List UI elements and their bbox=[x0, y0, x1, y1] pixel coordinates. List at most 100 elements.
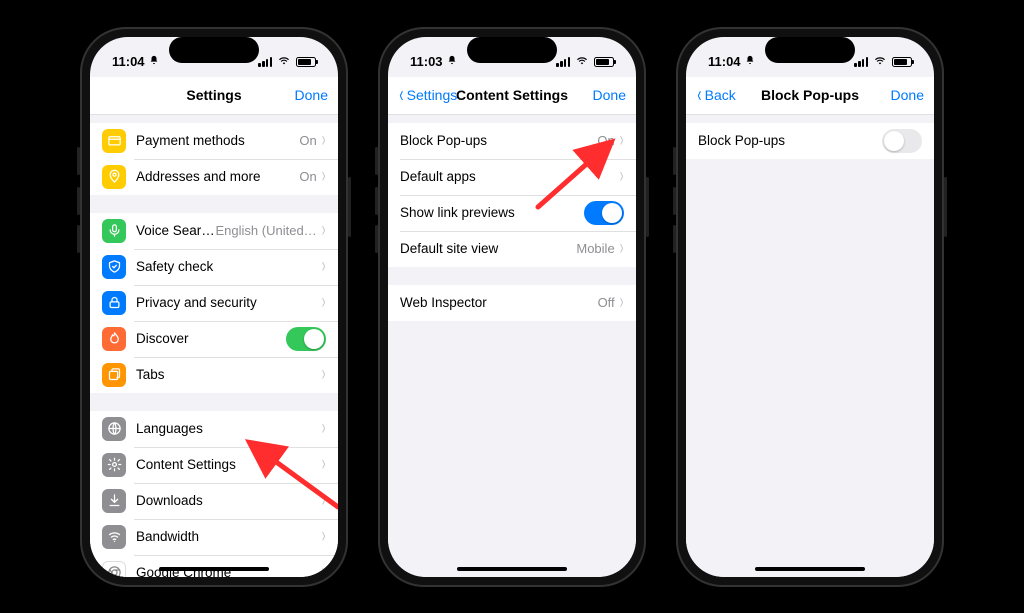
dynamic-island bbox=[467, 37, 557, 63]
row-label: Tabs bbox=[136, 367, 321, 382]
row-downloads[interactable]: Downloads› bbox=[90, 483, 338, 519]
back-button[interactable]: ‹ Back bbox=[696, 85, 746, 105]
row-label: Web Inspector bbox=[400, 295, 598, 310]
signal-icon bbox=[854, 57, 868, 67]
row-google-chrome[interactable]: Google Chrome› bbox=[90, 555, 338, 577]
row-block-pop-ups[interactable]: Block Pop-ups bbox=[686, 123, 934, 159]
settings-group-2: Voice SearchEnglish (United…›Safety chec… bbox=[90, 213, 338, 393]
row-detail: Mobile bbox=[576, 241, 614, 256]
screen-3: 11:04 ‹ Back Block Pop-ups Done Block Po… bbox=[686, 37, 934, 577]
navbar: ‹ Settings Content Settings Done bbox=[388, 77, 636, 115]
chevron-right-icon: › bbox=[321, 165, 325, 188]
status-time: 11:03 bbox=[410, 54, 443, 69]
row-discover[interactable]: Discover bbox=[90, 321, 338, 357]
screen-1: 11:04 Settings Done Payment methodsOn›Ad… bbox=[90, 37, 338, 577]
row-detail: English (United… bbox=[216, 223, 317, 238]
safety-check-icon bbox=[102, 255, 126, 279]
row-content-settings[interactable]: Content Settings› bbox=[90, 447, 338, 483]
privacy-icon bbox=[102, 291, 126, 315]
content-area: Block Pop-ups bbox=[686, 115, 934, 577]
chevron-right-icon: › bbox=[619, 291, 623, 314]
row-detail: On bbox=[299, 169, 316, 184]
home-indicator[interactable] bbox=[457, 567, 567, 571]
row-label: Block Pop-ups bbox=[698, 133, 882, 148]
alarm-icon bbox=[149, 55, 159, 68]
back-label: Settings bbox=[407, 87, 458, 103]
voice-search-icon bbox=[102, 219, 126, 243]
block-popups-group: Block Pop-ups bbox=[686, 123, 934, 159]
navbar: Settings Done bbox=[90, 77, 338, 115]
dynamic-island bbox=[169, 37, 259, 63]
downloads-icon bbox=[102, 489, 126, 513]
row-label: Bandwidth bbox=[136, 529, 321, 544]
chevron-right-icon: › bbox=[321, 255, 325, 278]
row-label: Safety check bbox=[136, 259, 321, 274]
done-button[interactable]: Done bbox=[576, 87, 626, 103]
row-label: Privacy and security bbox=[136, 295, 321, 310]
bandwidth-icon bbox=[102, 525, 126, 549]
back-button[interactable]: ‹ Settings bbox=[398, 85, 457, 105]
content-group-2: Web InspectorOff › bbox=[388, 285, 636, 321]
row-voice-search[interactable]: Voice SearchEnglish (United…› bbox=[90, 213, 338, 249]
home-indicator[interactable] bbox=[755, 567, 865, 571]
row-show-link-previews[interactable]: Show link previews bbox=[388, 195, 636, 231]
chevron-right-icon: › bbox=[321, 129, 325, 152]
toggle-switch[interactable] bbox=[882, 129, 922, 153]
row-addresses-and-more[interactable]: Addresses and moreOn› bbox=[90, 159, 338, 195]
navbar: ‹ Back Block Pop-ups Done bbox=[686, 77, 934, 115]
row-default-site-view[interactable]: Default site viewMobile› bbox=[388, 231, 636, 267]
battery-icon bbox=[296, 57, 316, 67]
row-block-pop-ups[interactable]: Block Pop-upsOn › bbox=[388, 123, 636, 159]
chevron-right-icon: › bbox=[321, 525, 325, 548]
row-payment-methods[interactable]: Payment methodsOn› bbox=[90, 123, 338, 159]
home-indicator[interactable] bbox=[159, 567, 269, 571]
wifi-icon bbox=[277, 55, 291, 69]
row-detail: On bbox=[597, 133, 614, 148]
dynamic-island bbox=[765, 37, 855, 63]
battery-icon bbox=[892, 57, 912, 67]
signal-icon bbox=[556, 57, 570, 67]
row-label: Show link previews bbox=[400, 205, 584, 220]
row-default-apps[interactable]: Default apps› bbox=[388, 159, 636, 195]
wifi-icon bbox=[575, 55, 589, 69]
content-area: Payment methodsOn›Addresses and moreOn› … bbox=[90, 115, 338, 577]
phone-1: 11:04 Settings Done Payment methodsOn›Ad… bbox=[80, 27, 348, 587]
row-detail: On bbox=[299, 133, 316, 148]
chevron-left-icon: ‹ bbox=[697, 84, 701, 106]
alarm-icon bbox=[745, 55, 755, 68]
languages-icon bbox=[102, 417, 126, 441]
tabs-icon bbox=[102, 363, 126, 387]
address-icon bbox=[102, 165, 126, 189]
wallet-icon bbox=[102, 129, 126, 153]
row-web-inspector[interactable]: Web InspectorOff › bbox=[388, 285, 636, 321]
row-label: Default apps bbox=[400, 169, 619, 184]
chevron-right-icon: › bbox=[321, 363, 325, 386]
alarm-icon bbox=[447, 55, 457, 68]
row-label: Discover bbox=[136, 331, 286, 346]
wifi-icon bbox=[873, 55, 887, 69]
toggle-switch[interactable] bbox=[584, 201, 624, 225]
chevron-right-icon: › bbox=[321, 291, 325, 314]
chevron-right-icon: › bbox=[321, 453, 325, 476]
row-privacy-and-security[interactable]: Privacy and security› bbox=[90, 285, 338, 321]
row-tabs[interactable]: Tabs› bbox=[90, 357, 338, 393]
row-safety-check[interactable]: Safety check› bbox=[90, 249, 338, 285]
toggle-switch[interactable] bbox=[286, 327, 326, 351]
chevron-right-icon: › bbox=[321, 489, 325, 512]
content-area: Block Pop-upsOn›Default apps›Show link p… bbox=[388, 115, 636, 577]
chevron-right-icon: › bbox=[619, 129, 623, 152]
chevron-left-icon: ‹ bbox=[399, 84, 403, 106]
chevron-right-icon: › bbox=[619, 165, 623, 188]
done-button[interactable]: Done bbox=[278, 87, 328, 103]
row-label: Downloads bbox=[136, 493, 321, 508]
row-languages[interactable]: Languages› bbox=[90, 411, 338, 447]
status-time: 11:04 bbox=[112, 54, 145, 69]
settings-group-1: Payment methodsOn›Addresses and moreOn› bbox=[90, 123, 338, 195]
row-detail: Off bbox=[598, 295, 615, 310]
row-bandwidth[interactable]: Bandwidth› bbox=[90, 519, 338, 555]
done-button[interactable]: Done bbox=[874, 87, 924, 103]
chevron-right-icon: › bbox=[321, 417, 325, 440]
row-label: Languages bbox=[136, 421, 321, 436]
content-group-1: Block Pop-upsOn›Default apps›Show link p… bbox=[388, 123, 636, 267]
row-label: Block Pop-ups bbox=[400, 133, 597, 148]
